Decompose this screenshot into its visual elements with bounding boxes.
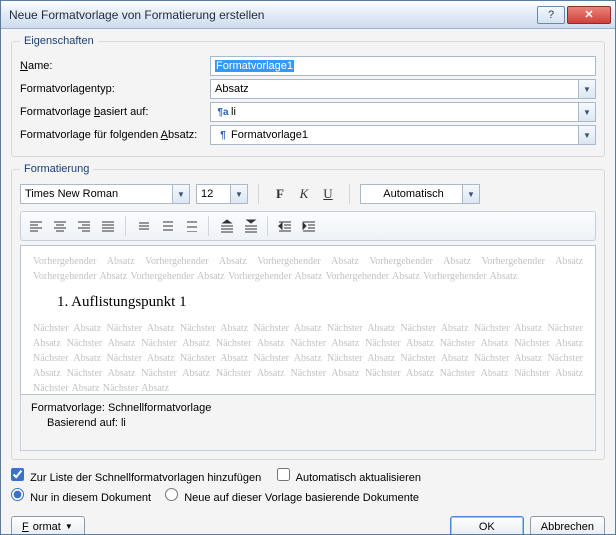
new-docs-radio[interactable]: Neue auf dieser Vorlage basierende Dokum… [165, 488, 419, 504]
chevron-down-icon[interactable]: ▼ [172, 185, 189, 203]
formatting-legend: Formatierung [20, 163, 93, 175]
help-icon: ? [548, 9, 554, 21]
formatting-group: Formatierung Times New Roman ▼ 12 ▼ F K … [11, 163, 605, 460]
chevron-down-icon[interactable]: ▼ [462, 185, 479, 203]
name-input[interactable]: Formatvorlage1 [210, 56, 596, 76]
dialog-content: Eigenschaften Name: Formatvorlage1 Forma… [1, 29, 615, 534]
line-spacing-1-button[interactable] [132, 215, 154, 237]
preview-sample: 1. Auflistungspunkt 1 [57, 294, 583, 311]
separator [125, 216, 126, 236]
chevron-down-icon[interactable]: ▼ [578, 126, 595, 144]
preview-next-para: Nächster Absatz Nächster Absatz Nächster… [33, 321, 583, 395]
align-center-button[interactable] [49, 215, 71, 237]
desc-line-1: Formatvorlage: Schnellformatvorlage [31, 401, 585, 416]
separator [208, 216, 209, 236]
based-on-combo[interactable]: ¶a li ▼ [210, 102, 596, 122]
separator [267, 216, 268, 236]
properties-legend: Eigenschaften [20, 35, 98, 47]
chevron-down-icon[interactable]: ▼ [578, 80, 595, 98]
align-right-button[interactable] [73, 215, 95, 237]
only-this-doc-radio[interactable]: Nur in diesem Dokument [11, 488, 151, 504]
size-combo[interactable]: 12 ▼ [196, 184, 248, 204]
bold-button[interactable]: F [269, 183, 291, 205]
preview-prev-para: Vorhergehender Absatz Vorhergehender Abs… [33, 254, 583, 284]
align-left-button[interactable] [25, 215, 47, 237]
paragraph-style-icon: ¶a [215, 107, 231, 118]
type-combo[interactable]: Absatz ▼ [210, 79, 596, 99]
help-button[interactable]: ? [537, 6, 565, 24]
cancel-button[interactable]: Abbrechen [530, 516, 605, 534]
font-combo[interactable]: Times New Roman ▼ [20, 184, 190, 204]
separator [258, 184, 259, 204]
italic-button[interactable]: K [293, 183, 315, 205]
close-icon: ✕ [584, 8, 593, 21]
auto-update-checkbox[interactable]: Automatisch aktualisieren [277, 468, 421, 484]
chevron-down-icon[interactable]: ▼ [578, 103, 595, 121]
style-description: Formatvorlage: Schnellformatvorlage Basi… [20, 395, 596, 451]
chevron-down-icon[interactable]: ▼ [230, 185, 247, 203]
paragraph-toolbar [20, 211, 596, 241]
next-para-label: Formatvorlage für folgenden Absatz: [20, 129, 210, 141]
paragraph-icon: ¶ [215, 130, 231, 141]
space-before-dec-button[interactable] [239, 215, 261, 237]
align-justify-button[interactable] [97, 215, 119, 237]
format-menu-button[interactable]: Format ▼ [11, 516, 85, 534]
space-before-inc-button[interactable] [215, 215, 237, 237]
next-para-combo[interactable]: ¶ Formatvorlage1 ▼ [210, 125, 596, 145]
add-to-quick-checkbox[interactable]: Zur Liste der Schnellformatvorlagen hinz… [11, 468, 261, 484]
close-button[interactable]: ✕ [567, 6, 611, 24]
properties-group: Eigenschaften Name: Formatvorlage1 Forma… [11, 35, 605, 157]
name-label: Name: [20, 60, 210, 72]
type-label: Formatvorlagentyp: [20, 83, 210, 95]
ok-button[interactable]: OK [450, 516, 524, 534]
preview-pane: Vorhergehender Absatz Vorhergehender Abs… [20, 245, 596, 395]
separator [349, 184, 350, 204]
desc-line-2: Basierend auf: li [31, 416, 585, 431]
dialog-window: Neue Formatvorlage von Formatierung erst… [0, 0, 616, 535]
based-on-label: Formatvorlage basiert auf: [20, 106, 210, 118]
indent-decrease-button[interactable] [274, 215, 296, 237]
underline-button[interactable]: U [317, 183, 339, 205]
color-combo[interactable]: Automatisch ▼ [360, 184, 480, 204]
chevron-down-icon: ▼ [65, 522, 73, 531]
line-spacing-15-button[interactable] [156, 215, 178, 237]
line-spacing-2-button[interactable] [180, 215, 202, 237]
titlebar: Neue Formatvorlage von Formatierung erst… [1, 1, 615, 29]
indent-increase-button[interactable] [298, 215, 320, 237]
window-title: Neue Formatvorlage von Formatierung erst… [9, 8, 535, 22]
